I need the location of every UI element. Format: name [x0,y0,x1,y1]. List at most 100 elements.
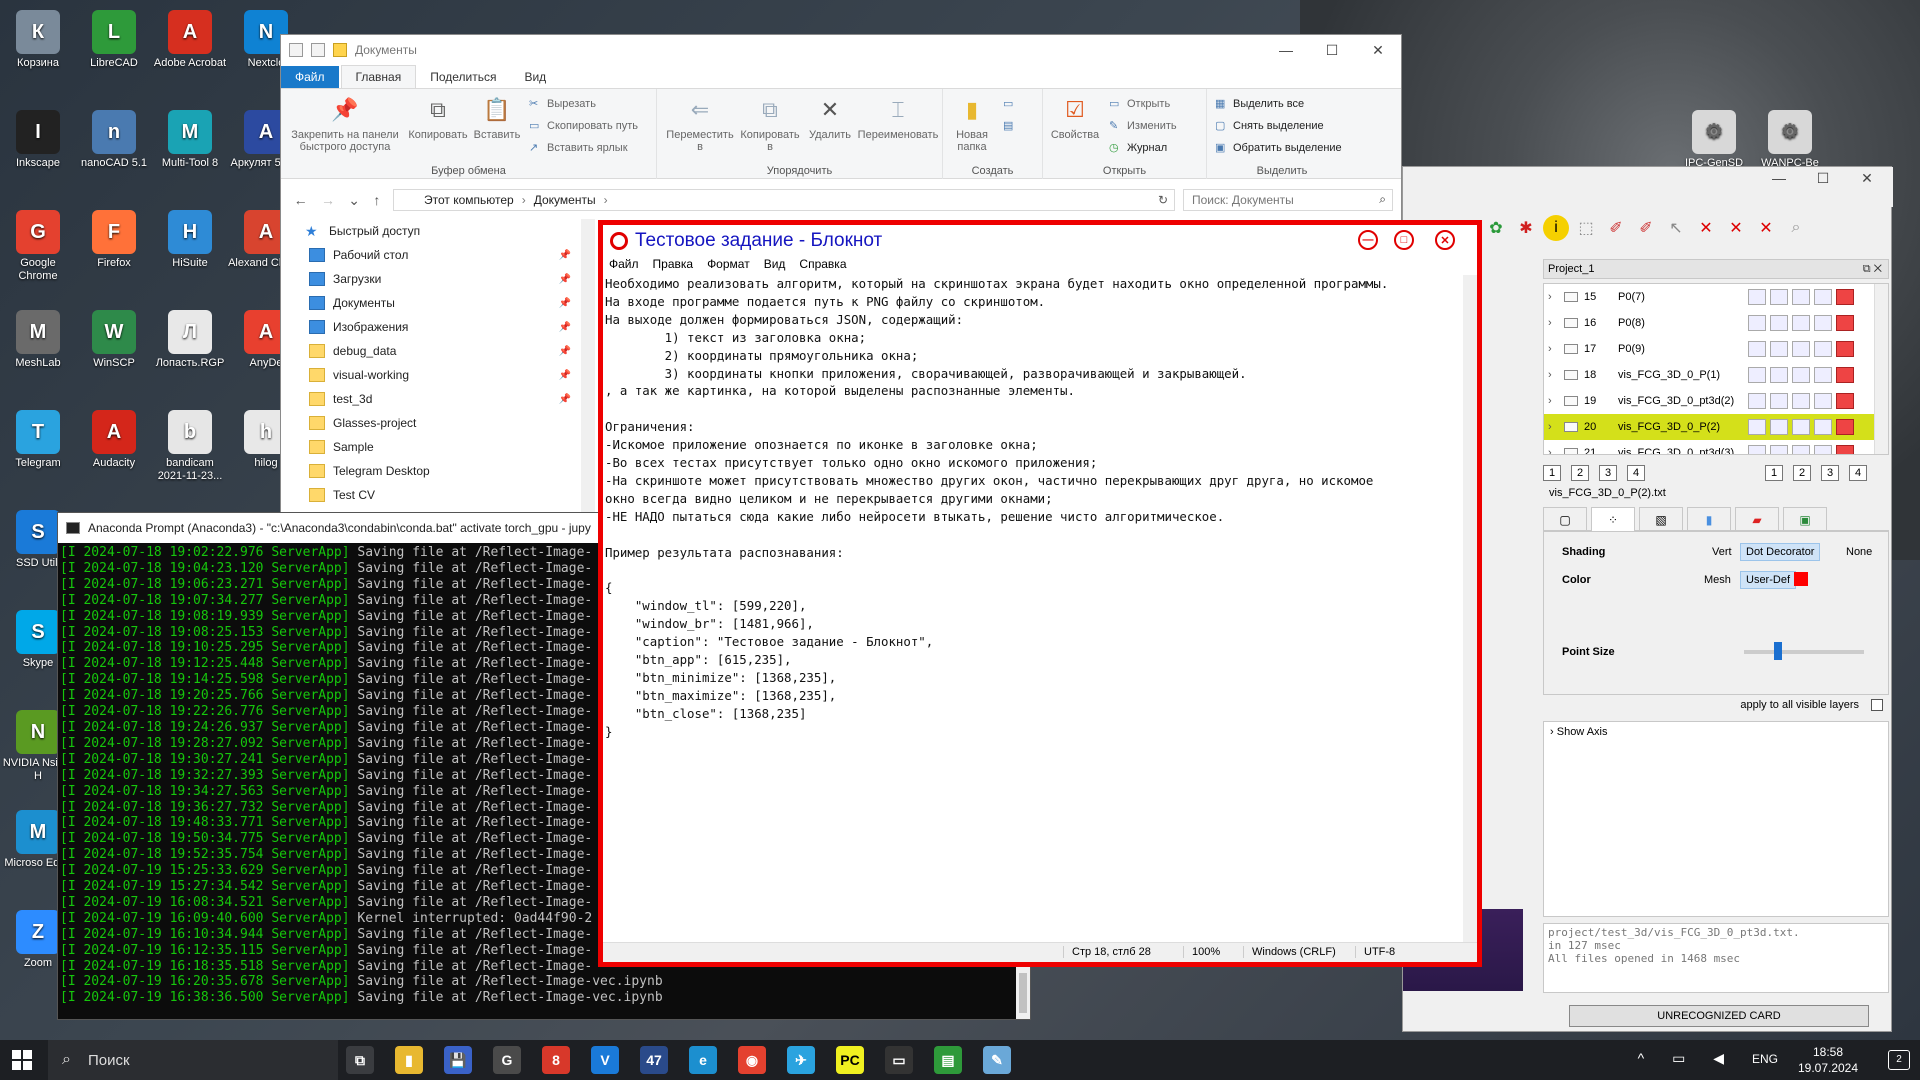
forward-arrow-icon[interactable]: → [321,192,335,209]
layer-wire-icon[interactable] [1792,419,1810,435]
paste-shortcut-button[interactable]: ↗ Вставить ярлык [529,141,628,155]
layer-points-icon[interactable] [1770,341,1788,357]
tab-share[interactable]: Поделиться [416,66,510,88]
tool-georef-icon[interactable]: ✱ [1513,215,1539,241]
color-mesh-option[interactable]: Mesh [1704,574,1731,586]
pin-quick-access-button[interactable]: 📌 Закрепить на панели быстрого доступа [285,95,405,154]
layer-smooth-icon[interactable] [1814,341,1832,357]
language-indicator[interactable]: ENG [1752,1052,1778,1066]
layer-box-icon[interactable] [1748,419,1766,435]
layer-wire-icon[interactable] [1792,289,1810,305]
expand-chevron-icon[interactable]: › [1544,343,1558,355]
explorer-search-input[interactable]: Поиск: Документы ⌕ [1183,189,1393,211]
easy-access-button[interactable]: ▤ [1003,119,1021,132]
layer-paint-icon[interactable] [1836,419,1854,435]
layer-wire-icon[interactable] [1792,315,1810,331]
expand-chevron-icon[interactable]: › [1544,369,1558,381]
layer-box-icon[interactable] [1748,289,1766,305]
recent-chevron-icon[interactable]: ⌄ [348,192,360,209]
select-none-button[interactable]: ▢ Снять выделение [1215,119,1324,133]
layer-points-icon[interactable] [1770,445,1788,454]
nav-item[interactable]: Test CV [281,483,581,507]
left-view-button[interactable]: 2 [1571,465,1589,481]
shading-vert-option[interactable]: Vert [1712,546,1732,558]
layer-wire-icon[interactable] [1792,341,1810,357]
expand-chevron-icon[interactable]: › [1544,447,1558,454]
notepad-close-button[interactable]: ✕ [1435,230,1455,250]
copy-path-button[interactable]: ▭ Скопировать путь [529,119,638,133]
taskbar-search[interactable]: ⌕ Поиск [48,1040,338,1080]
visibility-icon[interactable] [1564,292,1578,302]
invert-selection-button[interactable]: ▣ Обратить выделение [1215,141,1342,155]
app-8-icon[interactable]: 8 [542,1046,570,1074]
layer-paint-icon[interactable] [1836,315,1854,331]
desktop-icon[interactable]: H HiSuite [152,210,228,270]
visibility-icon[interactable] [1564,448,1578,454]
nav-item[interactable]: Документы 📌 [281,291,581,315]
nav-item[interactable]: Загрузки 📌 [281,267,581,291]
menu-view[interactable]: Вид [764,257,786,275]
right-view-button[interactable]: 1 [1765,465,1783,481]
tab-box-icon[interactable]: ▢ [1543,507,1587,531]
layer-paint-icon[interactable] [1836,341,1854,357]
visibility-icon[interactable] [1564,396,1578,406]
layer-box-icon[interactable] [1748,393,1766,409]
right-view-button[interactable]: 2 [1793,465,1811,481]
taskbar-clock[interactable]: 18:58 19.07.2024 [1788,1044,1868,1076]
search-icon[interactable]: ⌕ [1783,215,1809,241]
nav-item[interactable]: ★ Быстрый доступ [281,219,581,243]
meshlab-titlebar[interactable]: — ☐ ✕ [1403,167,1893,207]
new-folder-button[interactable]: ▮ Новая папка [947,95,997,154]
quick-access-check-icon[interactable] [311,43,325,57]
desktop-icon[interactable]: К Корзина [0,10,76,70]
cut-button[interactable]: ✂ Вырезать [529,97,596,111]
tool-color-icon[interactable]: ✿ [1483,215,1509,241]
layer-smooth-icon[interactable] [1814,315,1832,331]
layer-box-icon[interactable] [1748,315,1766,331]
tool-paint2-icon[interactable]: ✐ [1633,215,1659,241]
layer-points-icon[interactable] [1770,289,1788,305]
explorer-maximize-button[interactable]: ☐ [1309,35,1355,65]
layer-row[interactable]: › 15 P0(7) [1544,284,1888,310]
layer-paint-icon[interactable] [1836,367,1854,383]
select-all-button[interactable]: ▦ Выделить все [1215,97,1304,111]
paste-button[interactable]: 📋 Вставить [471,95,523,142]
telegram-icon[interactable]: ✈ [787,1046,815,1074]
menu-format[interactable]: Формат [707,257,750,275]
notepad-maximize-button[interactable]: □ [1394,230,1414,250]
quick-access-folder-icon[interactable] [333,43,347,57]
layer-row[interactable]: › 18 vis_FCG_3D_0_P(1) [1544,362,1888,388]
breadcrumb-root[interactable]: Этот компьютер [424,193,514,207]
notepad-titlebar[interactable]: Тестовое задание - Блокнот — □ ✕ [603,225,1477,257]
layer-box-icon[interactable] [1748,445,1766,454]
notification-center-button[interactable]: 2 [1888,1050,1910,1070]
layer-wire-icon[interactable] [1792,367,1810,383]
desktop-icon[interactable]: M Multi-Tool 8 [152,110,228,170]
desktop-icon[interactable]: M MeshLab [0,310,76,370]
back-arrow-icon[interactable]: ← [294,192,308,209]
delete-all-icon[interactable]: ✕ [1753,215,1779,241]
desktop-icon[interactable]: L LibreCAD [76,10,152,70]
rename-button[interactable]: ⌶ Переименовать [855,95,941,142]
desktop-icon[interactable]: F Firefox [76,210,152,270]
shading-none-option[interactable]: None [1846,546,1872,558]
desktop-icon[interactable]: T Telegram [0,410,76,470]
desktop-icon[interactable]: I Inkscape [0,110,76,170]
right-view-button[interactable]: 3 [1821,465,1839,481]
nav-item[interactable]: Sample [281,435,581,459]
tab-points-icon[interactable]: ⁘ [1591,507,1635,531]
tab-texture-icon[interactable]: ▣ [1783,507,1827,531]
navigation-scrollbar[interactable] [581,219,595,519]
layer-smooth-icon[interactable] [1814,445,1832,454]
nav-item[interactable]: Изображения 📌 [281,315,581,339]
edit-button[interactable]: ✎ Изменить [1109,119,1177,133]
left-view-button[interactable]: 4 [1627,465,1645,481]
address-bar[interactable]: Этот компьютер › Документы › ↻ [393,189,1175,211]
layer-row[interactable]: › 17 P0(9) [1544,336,1888,362]
layer-wire-icon[interactable] [1792,445,1810,454]
layer-smooth-icon[interactable] [1814,367,1832,383]
desktop-icon[interactable]: W WinSCP [76,310,152,370]
menu-file[interactable]: Файл [609,257,639,275]
layer-paint-icon[interactable] [1836,289,1854,305]
layer-paint-icon[interactable] [1836,445,1854,454]
